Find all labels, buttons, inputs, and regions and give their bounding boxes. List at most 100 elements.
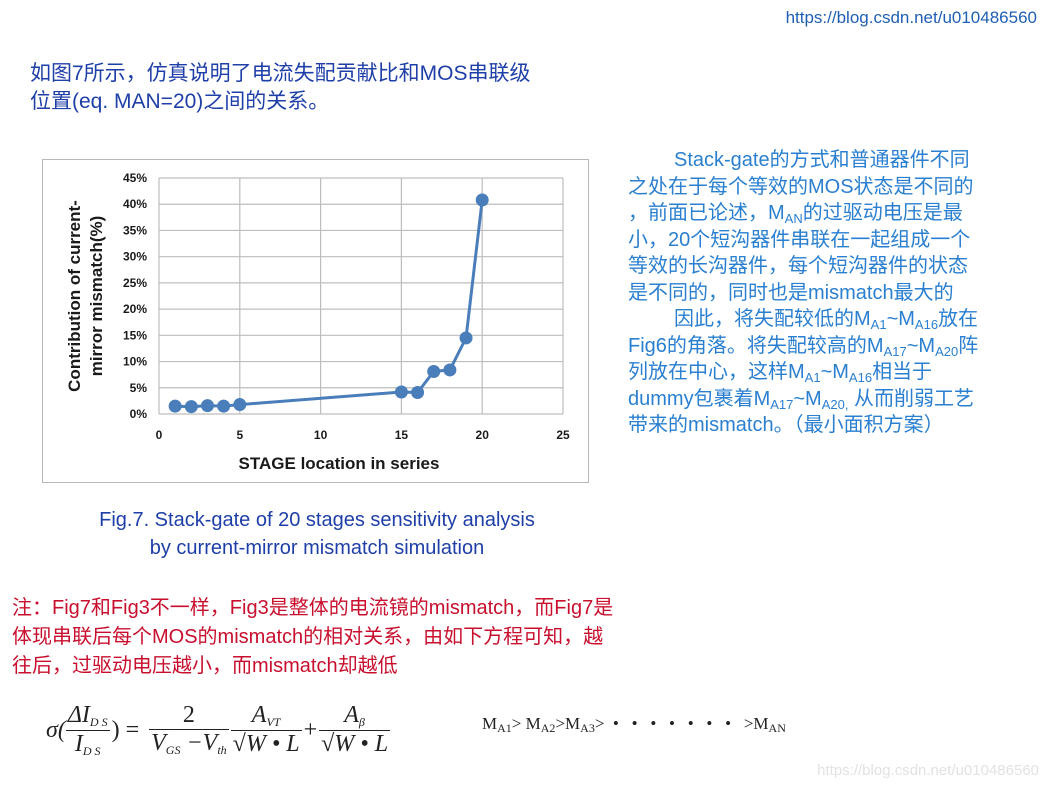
minus-vth: −V <box>180 730 218 756</box>
text-run: ~M <box>793 387 822 410</box>
numerator-two: 2 <box>149 702 229 730</box>
y-tick-label: 10% <box>123 355 147 369</box>
sigma-symbol: σ( <box>46 716 66 743</box>
ellipsis-dots: • • • • • • • > <box>604 714 754 733</box>
mismatch-inequality: MA1> MA2>MA3> • • • • • • • >MAN <box>482 714 786 736</box>
para1-line5: 等效的长沟器件，每个短沟器件的状态 <box>628 255 968 277</box>
y-axis-title-line2: mirror mismatch(%) <box>87 216 106 377</box>
text-run: ~M <box>906 334 936 357</box>
text-run: > <box>594 714 605 733</box>
header-url[interactable]: https://blog.csdn.net/u010486560 <box>786 8 1037 28</box>
data-point <box>443 363 457 377</box>
para1-line2: 之处在于每个等效的MOS状态是不同的 <box>628 175 974 198</box>
text-run: M <box>482 714 498 733</box>
text-run: ，前面已论述，M <box>628 202 785 224</box>
y-tick-label: 30% <box>123 250 147 264</box>
text-run: > <box>511 714 526 733</box>
watermark: https://blog.csdn.net/u010486560 <box>817 762 1039 779</box>
para1-line1: Stack-gate的方式和普通器件不同 <box>674 149 970 171</box>
plus-sign: + <box>303 716 318 743</box>
y-tick-label: 45% <box>123 171 147 185</box>
delta-ids: ΔI <box>67 701 90 728</box>
ids: I <box>74 730 83 757</box>
grid-layer <box>158 177 564 415</box>
data-point <box>233 398 247 412</box>
caption-line: by current-mirror mismatch simulation <box>149 537 485 559</box>
text-run: M <box>565 714 581 733</box>
subscript: D S <box>82 743 101 758</box>
text-run: M <box>753 714 769 733</box>
subscript: D S <box>89 714 108 729</box>
equals-sign: ) = <box>111 716 140 743</box>
subscript: GS <box>165 743 181 757</box>
text-run: 相当于 <box>872 361 933 383</box>
intro-text: 如图7所示，仿真说明了电流失配贡献比和MOS串联级 位置(eq. MAN=20)… <box>30 60 610 116</box>
para1-line3: ，前面已论述，MAN的过驱动电压是最 <box>628 200 1046 227</box>
data-points <box>168 193 489 414</box>
note-text: 注：Fig7和Fig3不一样，Fig3是整体的电流镜的mismatch，而Fig… <box>12 594 732 681</box>
y-axis-title-line1: Contribution of current- <box>65 200 84 392</box>
chart-frame: 0% 5% 10% 15% 20% 25% 30% 35% 40% 45% 0 5 10 15 20 25 … <box>42 159 589 483</box>
subscript: A20, <box>821 396 849 412</box>
mismatch-formula: σ( ΔID S ID S ) = 2 VGS −Vth AVT √W • L … <box>46 695 446 765</box>
text-run: 从而削弱工艺 <box>848 387 975 410</box>
y-tick-label: 35% <box>123 223 147 237</box>
data-point <box>168 399 182 413</box>
para2-line3: 列放在中心，这样MA1~MA16相当于 <box>628 359 1046 386</box>
subscript: A1 <box>497 721 512 735</box>
data-point <box>200 399 214 413</box>
data-point <box>217 399 231 413</box>
sqrt-wl: √W • L <box>321 731 389 757</box>
text-run: 放在 <box>938 308 979 330</box>
x-tick-label: 20 <box>476 428 490 442</box>
data-point <box>475 193 489 207</box>
text-run: ~M <box>820 361 849 383</box>
y-tick-label: 0% <box>130 407 148 421</box>
subscript: A16 <box>914 317 939 332</box>
intro-line: 位置(eq. MAN=20)之间的关系。 <box>30 90 330 113</box>
y-tick-label: 5% <box>130 381 148 395</box>
subscript: A2 <box>540 721 556 735</box>
y-axis-title: Contribution of current- mirror mismatch… <box>65 200 106 392</box>
y-tick-label: 20% <box>123 302 147 316</box>
text-run: 因此，将失配较低的M <box>674 308 871 330</box>
subscript: th <box>217 743 227 757</box>
note-line: 注：Fig7和Fig3不一样，Fig3是整体的电流镜的mismatch，而Fig… <box>12 597 614 619</box>
subscript: VT <box>266 715 281 729</box>
line-chart: 0%5%10%15%20%25%30%35%40%45% 0 5 10 15 20 25 … <box>65 171 570 473</box>
subscript: AN <box>784 211 803 226</box>
text-run: dummy包裹着M <box>628 387 771 410</box>
text-run: Fig6的角落。将失配较高的M <box>628 334 884 357</box>
subscript: A20 <box>935 343 959 359</box>
x-tick-label: 25 <box>556 428 570 442</box>
sqrt-wl: √W • L <box>232 731 300 757</box>
subscript: A3 <box>580 721 595 735</box>
para2-line4: dummy包裹着MA17~MA20, 从而削弱工艺 <box>628 386 1046 413</box>
para2-line1: 因此，将失配较低的MA1~MA16放在 <box>628 306 1046 333</box>
y-tick-label: 25% <box>123 276 147 290</box>
caption-line: Fig.7. Stack-gate of 20 stages sensitivi… <box>99 509 535 531</box>
explanation-text: Stack-gate的方式和普通器件不同 之处在于每个等效的MOS状态是不同的 … <box>628 147 1046 439</box>
y-tick-labels: 0% 5% 10% 15% 20% 25% 30% 35% 40% 45% <box>123 171 147 421</box>
subscript: A1 <box>870 317 887 332</box>
intro-line: 如图7所示，仿真说明了电流失配贡献比和MOS串联级 <box>30 62 531 85</box>
text-run: 列放在中心，这样M <box>628 361 805 383</box>
subscript: β <box>358 715 365 729</box>
para1-line4: 小，20个短沟器件串联在一起组成一个 <box>628 228 971 251</box>
text-run: ~M <box>886 308 915 330</box>
x-tick-labels: 0 5 10 15 20 25 <box>156 428 570 442</box>
text-run: > <box>555 714 566 733</box>
data-point <box>427 365 441 379</box>
note-line: 往后，过驱动电压越小，而mismatch却越低 <box>12 655 398 677</box>
x-tick-label: 15 <box>395 428 409 442</box>
subscript: A17 <box>770 396 794 412</box>
fraction-avt: AVT √W • L <box>230 702 302 758</box>
subscript: A16 <box>848 370 873 385</box>
subscript: AN <box>768 721 786 735</box>
x-tick-label: 5 <box>236 428 243 442</box>
figure-caption: Fig.7. Stack-gate of 20 stages sensitivi… <box>52 506 582 562</box>
para2-line5: 带来的mismatch。（最小面积方案） <box>628 414 944 436</box>
para2-line2: Fig6的角落。将失配较高的MA17~MA20阵 <box>628 333 1046 360</box>
x-tick-label: 0 <box>156 428 163 442</box>
text-run: M <box>525 714 541 733</box>
